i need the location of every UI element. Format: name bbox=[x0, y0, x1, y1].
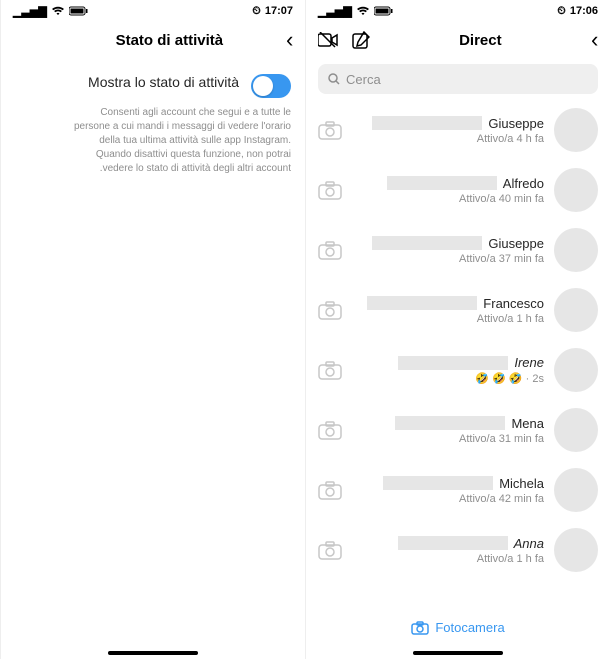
status-time: 17:07 bbox=[265, 5, 293, 17]
chat-name: Mena bbox=[511, 416, 544, 431]
chat-content: Francesco Attivo/a 1 h fa bbox=[352, 296, 544, 325]
chat-row[interactable]: Anna Attivo/a 1 h fa bbox=[306, 520, 610, 580]
chat-content: Anna Attivo/a 1 h fa bbox=[352, 536, 544, 565]
chat-content: Giuseppe Attivo/a 37 min fa bbox=[352, 236, 544, 265]
avatar[interactable] bbox=[554, 348, 598, 392]
chat-name: Giuseppe bbox=[488, 236, 544, 251]
direct-header: Direct › bbox=[306, 22, 610, 58]
chat-status: Attivo/a 1 h fa bbox=[477, 553, 544, 565]
chat-status: Attivo/a 37 min fa bbox=[459, 253, 544, 265]
home-indicator[interactable] bbox=[413, 651, 503, 655]
camera-icon[interactable] bbox=[318, 360, 342, 380]
camera-icon[interactable] bbox=[318, 180, 342, 200]
chat-name: Anna bbox=[514, 536, 544, 551]
redacted-surname bbox=[395, 416, 505, 430]
camera-icon[interactable] bbox=[318, 420, 342, 440]
camera-icon[interactable] bbox=[318, 540, 342, 560]
search-icon bbox=[328, 73, 340, 85]
status-battery bbox=[69, 6, 89, 16]
redacted-surname bbox=[398, 356, 508, 370]
chat-name: Michela bbox=[499, 476, 544, 491]
status-signal: ▁▃▅▇ bbox=[13, 5, 47, 18]
chat-content: Mena Attivo/a 31 min fa bbox=[352, 416, 544, 445]
footer-camera-label: Fotocamera bbox=[435, 620, 504, 635]
chat-status: Attivo/a 1 h fa bbox=[477, 313, 544, 325]
status-bar: ▁▃▅▇ ⏲ 17:07 bbox=[1, 0, 305, 22]
status-wifi bbox=[51, 6, 65, 16]
chat-name: Alfredo bbox=[503, 176, 544, 191]
avatar[interactable] bbox=[554, 468, 598, 512]
camera-icon bbox=[411, 621, 429, 635]
chat-name: Giuseppe bbox=[488, 116, 544, 131]
status-wifi bbox=[356, 6, 370, 16]
search-input[interactable]: Cerca bbox=[318, 64, 598, 94]
settings-body: Mostra lo stato di attività Consenti agl… bbox=[1, 58, 305, 192]
toggle-knob bbox=[253, 76, 273, 96]
avatar[interactable] bbox=[554, 288, 598, 332]
redacted-surname bbox=[367, 296, 477, 310]
search-placeholder: Cerca bbox=[346, 72, 381, 87]
avatar[interactable] bbox=[554, 228, 598, 272]
status-time: 17:06 bbox=[570, 5, 598, 17]
status-battery bbox=[374, 6, 394, 16]
status-alarm-icon: ⏲ bbox=[252, 5, 261, 18]
chat-row[interactable]: Mena Attivo/a 31 min fa bbox=[306, 400, 610, 460]
chat-status: Attivo/a 31 min fa bbox=[459, 433, 544, 445]
chat-name: Irene bbox=[514, 355, 544, 370]
chat-row[interactable]: Giuseppe Attivo/a 4 h fa bbox=[306, 100, 610, 160]
chat-list: Giuseppe Attivo/a 4 h fa Alfredo Attivo/a 4… bbox=[306, 100, 610, 580]
activity-status-toggle[interactable] bbox=[251, 74, 291, 98]
chat-status: Attivo/a 4 h fa bbox=[477, 133, 544, 145]
avatar[interactable] bbox=[554, 408, 598, 452]
camera-icon[interactable] bbox=[318, 300, 342, 320]
activity-status-description: Consenti agli account che segui e a tutt… bbox=[15, 106, 291, 176]
redacted-surname bbox=[372, 236, 482, 250]
chat-row[interactable]: Alfredo Attivo/a 40 min fa bbox=[306, 160, 610, 220]
redacted-surname bbox=[387, 176, 497, 190]
redacted-surname bbox=[398, 536, 508, 550]
chat-row[interactable]: Michela Attivo/a 42 min fa bbox=[306, 460, 610, 520]
direct-screen: ▁▃▅▇ ⏲ 17:06 Direct › Cerca bbox=[305, 0, 610, 659]
status-bar: ▁▃▅▇ ⏲ 17:06 bbox=[306, 0, 610, 22]
chat-name: Francesco bbox=[483, 296, 544, 311]
back-icon[interactable]: › bbox=[591, 27, 598, 53]
settings-title: Stato di attività bbox=[53, 32, 286, 49]
camera-icon[interactable] bbox=[318, 480, 342, 500]
activity-status-screen: ▁▃▅▇ ⏲ 17:07 Stato di attività › Mostra … bbox=[0, 0, 305, 659]
chat-content: Irene 🤣 🤣 🤣 · 2s bbox=[352, 355, 544, 385]
home-indicator[interactable] bbox=[108, 651, 198, 655]
activity-status-label: Mostra lo stato di attività bbox=[15, 74, 239, 90]
chat-row[interactable]: Francesco Attivo/a 1 h fa bbox=[306, 280, 610, 340]
avatar[interactable] bbox=[554, 528, 598, 572]
chat-content: Giuseppe Attivo/a 4 h fa bbox=[352, 116, 544, 145]
chat-content: Alfredo Attivo/a 40 min fa bbox=[352, 176, 544, 205]
direct-title: Direct bbox=[370, 32, 591, 49]
redacted-surname bbox=[383, 476, 493, 490]
video-call-icon[interactable] bbox=[318, 32, 338, 48]
compose-icon[interactable] bbox=[352, 31, 370, 49]
chat-status: Attivo/a 42 min fa bbox=[459, 493, 544, 505]
chat-row[interactable]: Giuseppe Attivo/a 37 min fa bbox=[306, 220, 610, 280]
avatar[interactable] bbox=[554, 168, 598, 212]
chat-row[interactable]: Irene 🤣 🤣 🤣 · 2s bbox=[306, 340, 610, 400]
footer-camera-button[interactable]: Fotocamera bbox=[306, 620, 610, 635]
camera-icon[interactable] bbox=[318, 240, 342, 260]
chat-status: 🤣 🤣 🤣 · 2s bbox=[475, 372, 544, 385]
redacted-surname bbox=[372, 116, 482, 130]
chat-status: Attivo/a 40 min fa bbox=[459, 193, 544, 205]
settings-header: Stato di attività › bbox=[1, 22, 305, 58]
back-icon[interactable]: › bbox=[286, 27, 293, 53]
camera-icon[interactable] bbox=[318, 120, 342, 140]
status-alarm-icon: ⏲ bbox=[557, 5, 566, 18]
chat-content: Michela Attivo/a 42 min fa bbox=[352, 476, 544, 505]
status-signal: ▁▃▅▇ bbox=[318, 5, 352, 18]
avatar[interactable] bbox=[554, 108, 598, 152]
